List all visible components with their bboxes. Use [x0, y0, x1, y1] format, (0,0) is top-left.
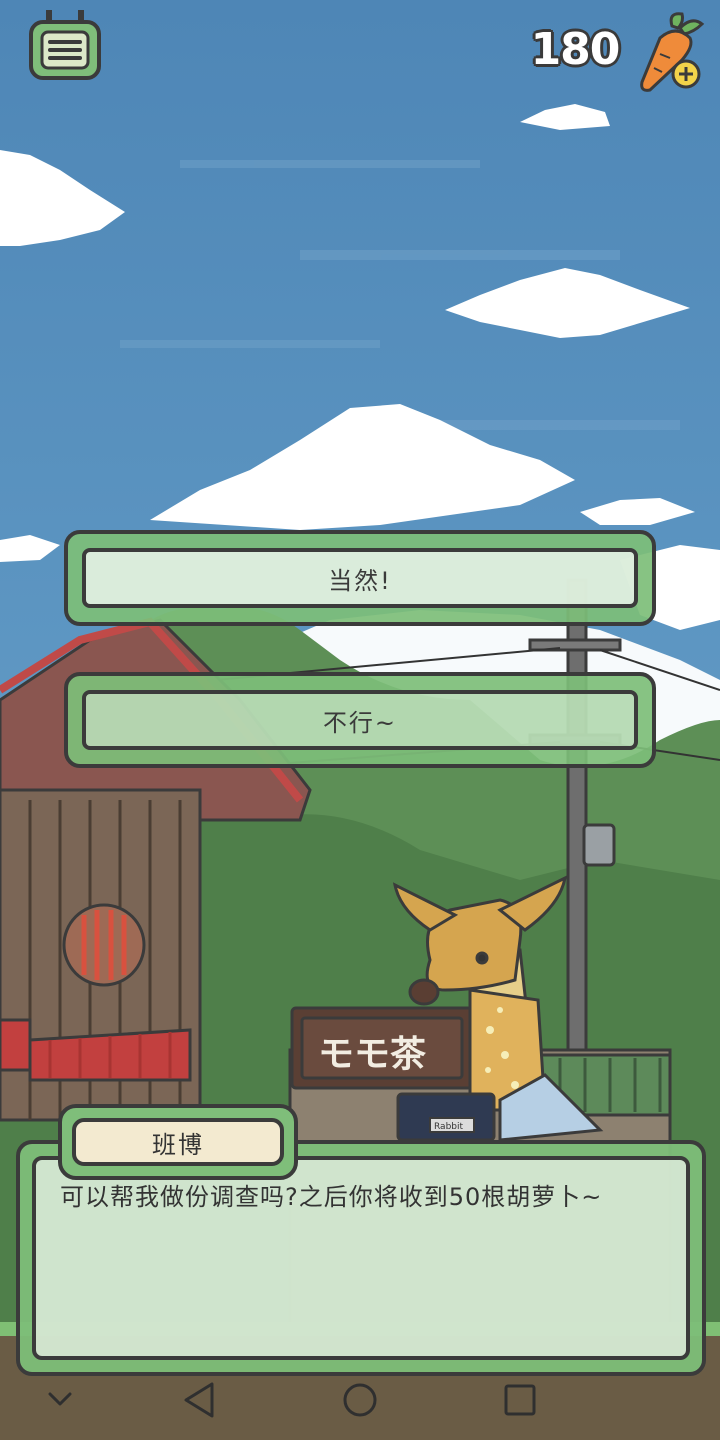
dialogue-text: 可以帮我做份调查吗?之后你将收到50根胡萝卜~ [60, 1183, 603, 1211]
hide-navbar-button[interactable] [34, 1374, 86, 1426]
choice-accept-button[interactable]: 当然! [64, 530, 656, 626]
back-button[interactable] [174, 1374, 226, 1426]
home-icon [343, 1383, 377, 1417]
shop-sign: モモ茶 [318, 1034, 427, 1075]
system-navigation-bar [0, 1360, 720, 1440]
chevron-down-icon [48, 1392, 72, 1406]
book-label: Rabbit [434, 1122, 463, 1132]
recents-icon [504, 1384, 536, 1416]
menu-icon [29, 10, 101, 80]
speaker-name: 班博 [72, 1118, 284, 1166]
back-icon [184, 1382, 214, 1418]
carrot-add-icon [640, 12, 705, 92]
carrot-count: 180 [530, 24, 621, 75]
recents-button[interactable] [494, 1374, 546, 1426]
buy-carrots-button[interactable] [632, 12, 708, 96]
choice-decline-button[interactable]: 不行~ [64, 672, 656, 768]
menu-button[interactable] [28, 10, 102, 82]
choice-label: 不行~ [82, 690, 638, 750]
home-button[interactable] [334, 1374, 386, 1426]
speaker-nametag: 班博 [58, 1104, 298, 1180]
choice-label: 当然! [82, 548, 638, 608]
